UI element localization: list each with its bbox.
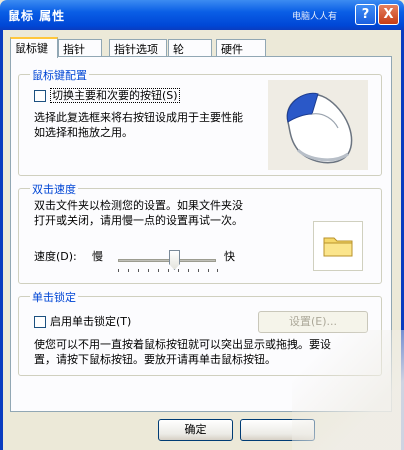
slider-tick xyxy=(168,269,169,272)
slider-tick xyxy=(128,269,129,272)
click-lock-desc-1: 使您可以不用一直按着鼠标按钮就可以突出显示或拖拽。要设 xyxy=(34,338,331,351)
tab-pointers[interactable]: 指针 xyxy=(58,39,102,56)
corner-fade-overlay xyxy=(292,330,404,450)
tab-buttons[interactable]: 鼠标键 xyxy=(10,37,58,58)
close-button[interactable]: X xyxy=(378,4,399,25)
switch-buttons-label-text: 切换主要和次要的按钮(S) xyxy=(50,88,180,103)
click-lock-desc-2: 置，请按下鼠标按钮。要放开请再单击鼠标按钮。 xyxy=(34,353,276,366)
mouse-icon xyxy=(268,80,368,170)
switch-buttons-label[interactable]: 切换主要和次要的按钮(S) xyxy=(50,88,180,103)
tab-pointer-options[interactable]: 指针选项 xyxy=(109,39,167,56)
double-click-desc-2: 打开或关闭，请用慢一点的设置再试一次。 xyxy=(34,214,243,227)
ok-button[interactable]: 确定 xyxy=(158,419,233,441)
slow-label: 慢 xyxy=(92,250,103,263)
folder-icon[interactable] xyxy=(314,222,362,270)
switch-buttons-checkbox[interactable] xyxy=(34,90,46,102)
slider-tick xyxy=(138,269,139,272)
help-button[interactable]: ? xyxy=(355,4,376,25)
slider-tick xyxy=(217,269,218,272)
speed-slider-track[interactable] xyxy=(118,259,216,262)
click-lock-checkbox[interactable] xyxy=(34,316,46,328)
tab-wheel[interactable]: 轮 xyxy=(168,39,212,56)
double-click-label: 双击速度 xyxy=(30,181,78,197)
watermark-text: 电脑人人有 xyxy=(292,12,338,22)
slider-tick xyxy=(208,269,209,272)
help-icon: ? xyxy=(361,7,370,22)
slider-tick xyxy=(188,269,189,272)
speed-label: 速度(D): xyxy=(34,250,77,263)
window-title: 鼠标 属性 xyxy=(8,9,66,23)
button-config-desc-1: 选择此复选框来将右按钮设成用于主要性能 xyxy=(34,111,243,124)
double-click-desc-1: 双击文件夹以检测您的设置。如果文件夹没 xyxy=(34,199,243,212)
slider-tick xyxy=(178,269,179,272)
slider-tick xyxy=(118,269,119,272)
test-folder-area[interactable] xyxy=(313,221,363,271)
click-lock-label: 单击锁定 xyxy=(30,289,78,305)
button-config-label: 鼠标键配置 xyxy=(30,67,89,83)
window-frame-left xyxy=(0,30,3,450)
slider-tick xyxy=(148,269,149,272)
button-config-desc-2: 如选择和拖放之用。 xyxy=(34,126,133,139)
title-bar: 鼠标 属性 电脑人人有 ? X xyxy=(0,0,404,30)
slider-tick xyxy=(158,269,159,272)
fast-label: 快 xyxy=(224,250,235,263)
tab-hardware[interactable]: 硬件 xyxy=(216,39,266,56)
close-icon: X xyxy=(383,7,394,22)
slider-tick xyxy=(198,269,199,272)
click-lock-checkbox-label[interactable]: 启用单击锁定(T) xyxy=(50,314,131,329)
